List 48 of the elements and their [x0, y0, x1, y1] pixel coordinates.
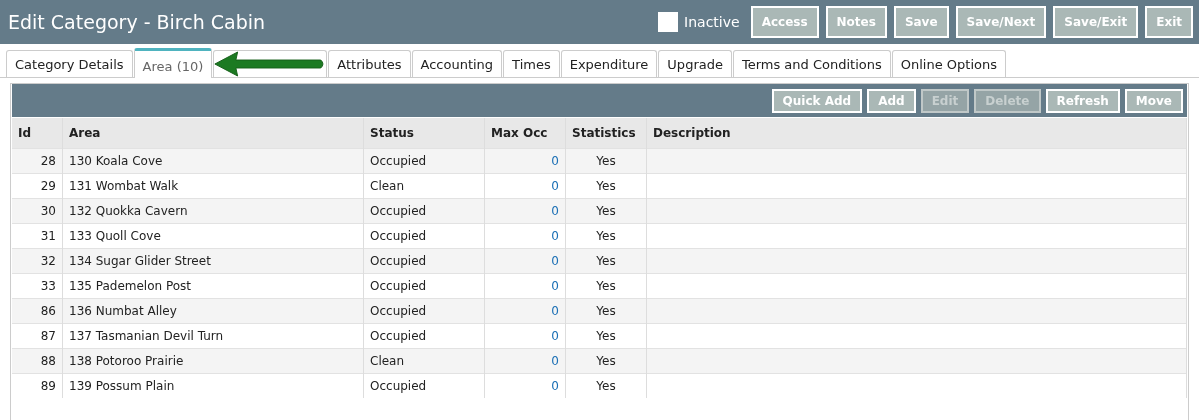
table-cell: 89 [12, 373, 63, 398]
table-cell: Occupied [363, 248, 485, 274]
table-cell: 138 Potoroo Prairie [62, 348, 364, 374]
column-header[interactable]: Max Occ [484, 118, 566, 149]
column-header[interactable]: Id [12, 118, 63, 149]
table-cell: 0 [484, 298, 566, 324]
table-cell: 88 [12, 348, 63, 374]
tab[interactable] [213, 50, 328, 77]
table-cell: 0 [484, 373, 566, 398]
tab[interactable]: Area (10) [133, 48, 213, 78]
table-cell: 32 [12, 248, 63, 274]
table-cell: Yes [565, 248, 647, 274]
table-cell: Yes [565, 348, 647, 374]
tab[interactable]: Times [503, 50, 560, 77]
table-cell: 132 Quokka Cavern [62, 198, 364, 224]
column-header[interactable]: Status [363, 118, 485, 149]
table-cell: 136 Numbat Alley [62, 298, 364, 324]
table-cell: 134 Sugar Glider Street [62, 248, 364, 274]
tab[interactable]: Expenditure [560, 50, 658, 77]
table-cell: Occupied [363, 373, 485, 398]
table-cell: Yes [565, 373, 647, 398]
table-cell: Yes [565, 148, 647, 174]
tab[interactable]: Attributes [328, 50, 411, 77]
table-cell: Yes [565, 298, 647, 324]
tab[interactable]: Category Details [6, 50, 133, 77]
table-cell: Clean [363, 348, 485, 374]
table-cell: 0 [484, 348, 566, 374]
table-cell: 0 [484, 198, 566, 224]
table-cell: 130 Koala Cove [62, 148, 364, 174]
table-cell: 28 [12, 148, 63, 174]
table-cell: 0 [484, 248, 566, 274]
tab[interactable]: Terms and Conditions [732, 50, 891, 77]
tab[interactable]: Online Options [891, 50, 1006, 77]
table-cell: 86 [12, 298, 63, 324]
table-cell: Yes [565, 198, 647, 224]
tab[interactable]: Accounting [411, 50, 503, 77]
table-cell: Occupied [363, 298, 485, 324]
column-header[interactable]: Area [62, 118, 364, 149]
column-header[interactable]: Description [646, 118, 1187, 149]
table-cell: 139 Possum Plain [62, 373, 364, 398]
checkbox-label: Inactive [684, 14, 740, 30]
window-title: Edit Category - Birch Cabin [8, 11, 267, 33]
table-cell: Occupied [363, 198, 485, 224]
table-cell: Occupied [363, 148, 485, 174]
table-cell: 0 [484, 148, 566, 174]
tab[interactable]: Upgrade [658, 50, 732, 77]
table-cell: 30 [12, 198, 63, 224]
column-header[interactable]: Statistics [565, 118, 647, 149]
